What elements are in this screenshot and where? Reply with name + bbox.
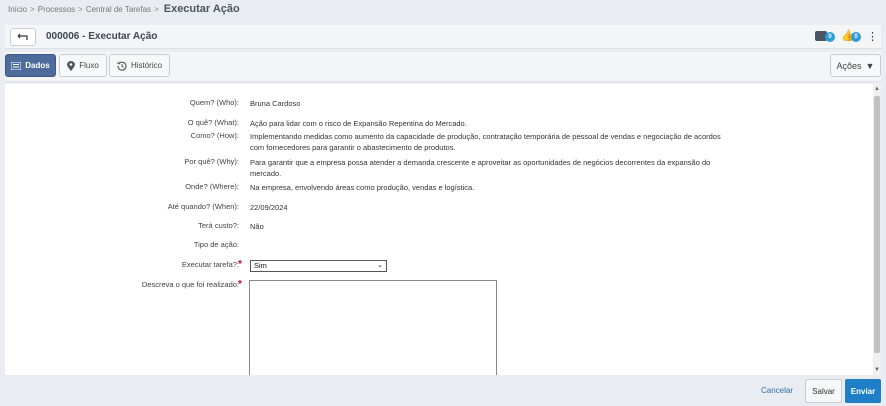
comments-count-badge: 0	[825, 32, 835, 42]
breadcrumb-separator: >	[154, 5, 159, 14]
back-button[interactable]	[10, 27, 36, 46]
execute-task-select[interactable]: Sim ⌄	[250, 260, 387, 272]
tab-historico-label: Histórico	[130, 61, 163, 70]
field-value: Bruna Cardoso	[250, 99, 301, 108]
history-icon	[116, 61, 127, 71]
footer-actions: Cancelar Salvar Enviar	[0, 377, 886, 406]
breadcrumb: Início > Processos > Central de Tarefas …	[8, 3, 240, 17]
field-value: 22/09/2024	[250, 203, 288, 212]
breadcrumb-separator: >	[78, 5, 83, 14]
map-pin-icon	[67, 60, 76, 71]
breadcrumb-item-processos[interactable]: Processos	[38, 5, 75, 14]
field-label: Terá custo?:	[198, 221, 239, 230]
list-icon	[11, 61, 22, 70]
tab-fluxo-label: Fluxo	[79, 61, 99, 70]
comments-button[interactable]: 0	[815, 30, 835, 43]
breadcrumb-item-central-tarefas[interactable]: Central de Tarefas	[86, 5, 151, 14]
page-title: 000006 - Executar Ação	[46, 31, 158, 42]
chevron-down-icon: ⌄	[377, 262, 383, 269]
field-label: Descreva o que foi realizado:	[141, 280, 239, 289]
describe-textarea[interactable]	[249, 280, 497, 375]
more-options-icon[interactable]: ⋮	[867, 31, 878, 43]
scrollbar-thumb[interactable]	[874, 96, 880, 353]
cancel-button[interactable]: Cancelar	[761, 383, 793, 399]
actions-label: Ações	[836, 60, 862, 71]
tab-dados-label: Dados	[25, 61, 50, 70]
tabs-bar: Dados Fluxo Histórico Ações ▼	[5, 52, 881, 82]
likes-count-badge: 0	[851, 32, 861, 42]
field-value: Ação para lidar com o risco de Expansão …	[250, 119, 467, 128]
scroll-down-icon[interactable]: ▼	[874, 367, 880, 373]
return-arrow-icon	[17, 33, 28, 40]
send-button[interactable]: Enviar	[845, 379, 881, 403]
page-header: 000006 - Executar Ação 0 👍 0 ⋮	[5, 25, 881, 49]
content-scrollbar[interactable]: ▲ ▼	[873, 84, 881, 375]
like-button[interactable]: 👍 0	[841, 30, 861, 43]
required-marker: *	[238, 279, 242, 290]
field-label: Tipo de ação:	[193, 240, 239, 249]
breadcrumb-separator: >	[30, 5, 35, 14]
field-value: Para garantir que a empresa possa atende…	[250, 158, 711, 178]
field-label: Executar tarefa?:	[181, 260, 239, 269]
field-value: Implementando medidas como aumento da ca…	[250, 132, 721, 152]
field-label: Quem? (Who):	[189, 98, 239, 107]
field-label: O quê? (What):	[187, 118, 239, 127]
field-label: Até quando? (When):	[167, 202, 239, 211]
form-content: Quem? (Who): Bruna Cardoso O quê? (What)…	[5, 84, 873, 375]
tab-dados[interactable]: Dados	[5, 54, 56, 77]
required-marker: *	[238, 259, 242, 270]
execute-task-selected-value: Sim	[254, 261, 267, 270]
field-value: Não	[250, 222, 264, 231]
field-label: Como? (How):	[190, 131, 239, 140]
tab-historico[interactable]: Histórico	[109, 54, 170, 77]
tab-fluxo[interactable]: Fluxo	[59, 54, 107, 77]
actions-dropdown-button[interactable]: Ações ▼	[830, 54, 881, 77]
breadcrumb-item-inicio[interactable]: Início	[8, 5, 27, 14]
field-value: Na empresa, envolvendo áreas como produç…	[250, 183, 475, 192]
scroll-up-icon[interactable]: ▲	[874, 86, 880, 92]
breadcrumb-current: Executar Ação	[163, 3, 240, 15]
caret-down-icon: ▼	[865, 60, 875, 71]
save-button[interactable]: Salvar	[805, 379, 842, 403]
field-label: Por quê? (Why):	[184, 157, 239, 166]
field-label: Onde? (Where):	[185, 182, 239, 191]
